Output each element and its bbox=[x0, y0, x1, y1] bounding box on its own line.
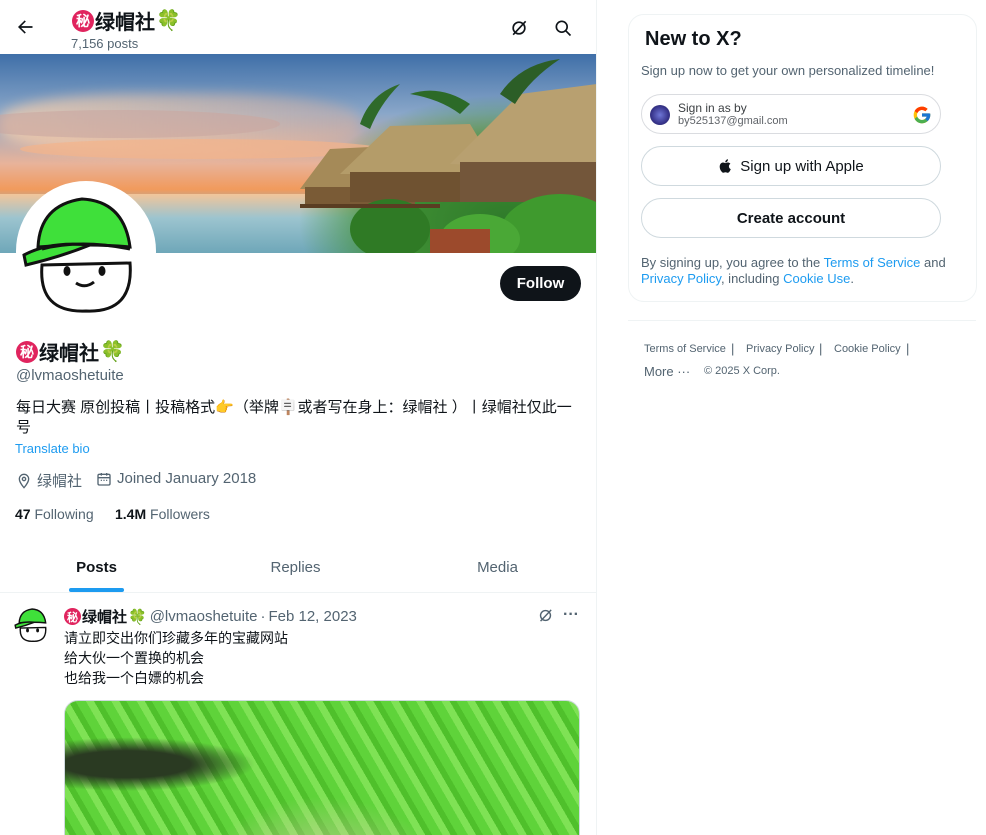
tweet-text-line: 也给我一个白嫖的机会 bbox=[64, 670, 204, 686]
post-count: 7,156 posts bbox=[71, 36, 139, 51]
tweet-header: 秘 绿帽社 🍀 @lvmaoshetuite · Feb 12, 2023 bbox=[64, 606, 357, 627]
secret-emoji-icon: 秘 bbox=[64, 608, 81, 625]
profile-joined-date: Joined January 2018 bbox=[96, 470, 256, 487]
google-signin-label: Sign in as by bbox=[678, 101, 747, 115]
tab-media[interactable]: Media bbox=[398, 541, 596, 593]
followers-count: 1.4M bbox=[115, 506, 147, 522]
signup-legal-text: By signing up, you agree to the Terms of… bbox=[641, 255, 961, 287]
signup-title: New to X? bbox=[645, 28, 742, 50]
followers-label: Followers bbox=[150, 506, 210, 522]
profile-name-text: 绿帽社 bbox=[39, 343, 99, 365]
following-count: 47 bbox=[15, 506, 31, 522]
tweet-text: 请立即交出你们珍藏多年的宝藏网站 给大伙一个置换的机会 也给我一个白嫖的机会 bbox=[64, 628, 288, 688]
footer-cookie-link[interactable]: Cookie Policy bbox=[834, 343, 901, 355]
profile-bio: 每日大赛 原创投稿丨投稿格式👉（举牌🪧或者写在身上：绿帽社 ）丨绿帽社仅此一 号 bbox=[16, 398, 586, 438]
joined-text: Joined January 2018 bbox=[117, 470, 257, 487]
apple-logo-icon bbox=[719, 159, 732, 173]
profile-name: 秘 绿帽社 🍀 bbox=[16, 337, 125, 366]
tweet-text-line: 给大伙一个置换的机会 bbox=[64, 650, 204, 666]
cookie-use-link[interactable]: Cookie Use bbox=[783, 271, 850, 286]
grok-icon[interactable] bbox=[503, 12, 535, 44]
profile-header-bar: 秘 绿帽社 🍀 7,156 posts bbox=[0, 0, 596, 54]
legal-text: , including bbox=[720, 271, 784, 286]
footer-terms-link[interactable]: Terms of Service bbox=[644, 343, 726, 355]
apple-button-label: Sign up with Apple bbox=[740, 157, 864, 175]
tweet-author-handle[interactable]: @lvmaoshetuite bbox=[150, 608, 258, 625]
calendar-icon bbox=[97, 472, 111, 486]
clover-icon: 🍀 bbox=[100, 341, 125, 363]
tweet-separator: · bbox=[260, 608, 266, 625]
tweet-grok-icon[interactable] bbox=[532, 601, 558, 629]
tweet-author-name[interactable]: 秘 绿帽社 🍀 bbox=[64, 606, 147, 627]
footer-more-link[interactable]: More ··· bbox=[644, 364, 690, 379]
google-account-avatar bbox=[650, 105, 670, 125]
bio-line: 每日大赛 原创投稿丨投稿格式👉（举牌🪧或者写在身上：绿帽社 ）丨绿帽社仅此一 bbox=[16, 399, 572, 416]
location-text: 绿帽社 bbox=[37, 473, 83, 490]
follow-button[interactable]: Follow bbox=[500, 266, 581, 301]
clover-icon: 🍀 bbox=[156, 10, 181, 32]
signup-subtitle: Sign up now to get your own personalized… bbox=[641, 63, 935, 78]
legal-text: and bbox=[920, 255, 946, 270]
signup-apple-button[interactable]: Sign up with Apple bbox=[641, 146, 941, 186]
followers-link[interactable]: 1.4M Followers bbox=[115, 506, 210, 522]
footer-copyright: © 2025 X Corp. bbox=[704, 365, 780, 377]
tweet-more-icon[interactable]: ··· bbox=[558, 601, 584, 629]
following-link[interactable]: 47 Following bbox=[15, 506, 94, 522]
secret-emoji-icon: 秘 bbox=[72, 9, 94, 32]
create-account-button[interactable]: Create account bbox=[641, 198, 941, 238]
back-arrow-icon[interactable] bbox=[10, 12, 40, 42]
header-profile-name: 秘 绿帽社 🍀 bbox=[72, 6, 181, 35]
profile-column: 秘 绿帽社 🍀 7,156 posts Follow 秘 绿帽社 🍀 @lvma bbox=[0, 0, 597, 835]
privacy-link[interactable]: Privacy Policy bbox=[641, 271, 721, 286]
legal-text: . bbox=[850, 271, 854, 286]
search-icon[interactable] bbox=[547, 12, 579, 44]
google-signin-email: by525137@gmail.com bbox=[678, 115, 788, 127]
translate-bio-link[interactable]: Translate bio bbox=[15, 441, 90, 456]
tweet-author-name-text: 绿帽社 bbox=[82, 609, 128, 626]
footer-privacy-link[interactable]: Privacy Policy bbox=[746, 343, 814, 355]
tab-replies[interactable]: Replies bbox=[199, 541, 392, 593]
footer-separator: | bbox=[731, 341, 735, 356]
legal-text: By signing up, you agree to the bbox=[641, 255, 824, 270]
tweet-text-line: 请立即交出你们珍藏多年的宝藏网站 bbox=[64, 630, 288, 646]
secret-emoji-icon: 秘 bbox=[16, 340, 38, 363]
header-name-text: 绿帽社 bbox=[95, 12, 155, 34]
bio-line: 号 bbox=[16, 419, 32, 436]
footer-separator: | bbox=[819, 341, 823, 356]
tweet-date[interactable]: Feb 12, 2023 bbox=[268, 608, 356, 625]
profile-avatar[interactable] bbox=[16, 181, 156, 321]
google-logo-icon bbox=[913, 106, 931, 124]
profile-location: 绿帽社 bbox=[16, 470, 82, 491]
tab-posts[interactable]: Posts bbox=[0, 541, 193, 593]
tweet-media-image[interactable] bbox=[64, 700, 580, 835]
footer-separator: | bbox=[906, 341, 910, 356]
terms-link[interactable]: Terms of Service bbox=[824, 255, 921, 270]
active-tab-indicator bbox=[69, 588, 124, 592]
clover-icon: 🍀 bbox=[128, 608, 147, 626]
tweet-avatar[interactable] bbox=[14, 605, 52, 643]
google-signin-button[interactable]: Sign in as by by525137@gmail.com bbox=[641, 94, 941, 134]
profile-handle: @lvmaoshetuite bbox=[16, 367, 124, 384]
sidebar-divider bbox=[628, 320, 976, 321]
profile-tabs: Posts Replies Media bbox=[0, 541, 596, 593]
location-pin-icon bbox=[18, 473, 30, 489]
following-label: Following bbox=[34, 506, 94, 522]
